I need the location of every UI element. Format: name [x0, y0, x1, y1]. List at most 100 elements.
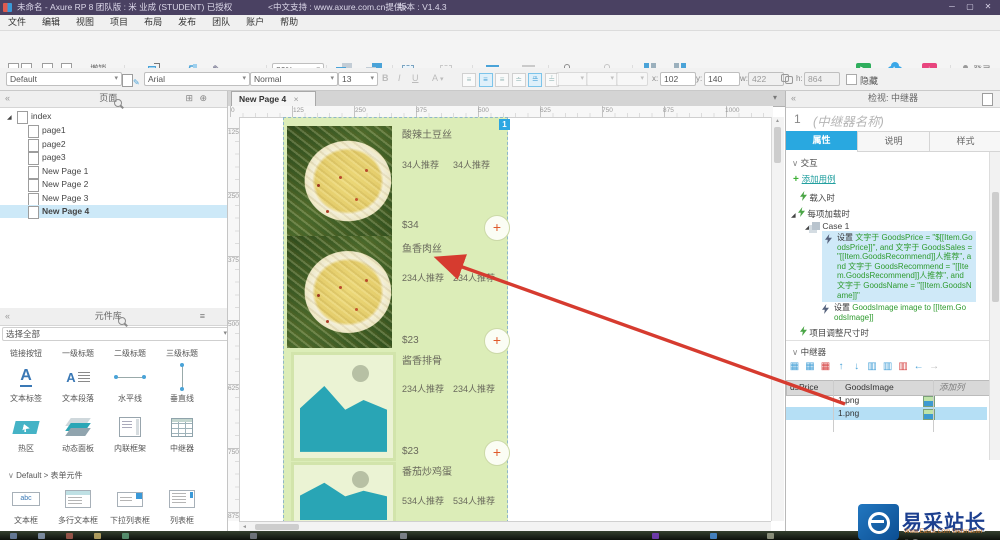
goods-image-potato-2[interactable] — [287, 236, 392, 348]
scroll-left-arrow-icon[interactable]: ◄ — [242, 524, 247, 530]
move-row-up-icon[interactable]: ↑ — [836, 361, 847, 372]
w-input[interactable]: 422 — [748, 72, 784, 86]
goods-sales-text[interactable]: 34人推荐 — [402, 158, 439, 171]
tree-item-index[interactable]: ◢ index — [0, 110, 227, 124]
close-tab-icon[interactable]: × — [294, 94, 299, 104]
widget-repeater[interactable]: 中继器 — [156, 412, 208, 454]
menu-project[interactable]: 项目 — [102, 15, 136, 29]
tab-list-chevron-icon[interactable]: ▾ — [773, 93, 777, 102]
grid-cell-image-name[interactable]: 1.png — [838, 407, 859, 420]
goods-recommend-text[interactable]: 34人推荐 — [453, 158, 490, 171]
widget-hotspot[interactable]: 热区 — [0, 412, 52, 454]
goods-name-text[interactable]: 番茄炒鸡蛋 — [402, 463, 452, 478]
widget-text-area[interactable]: 多行文本框 — [52, 484, 104, 526]
goods-recommend-text[interactable]: 234人推荐 — [453, 382, 495, 395]
line-style-select[interactable]: ▾ — [616, 72, 648, 86]
hamburger-menu-icon[interactable]: ≡ — [200, 308, 205, 325]
scrollbar-thumb[interactable] — [774, 127, 781, 163]
menu-edit[interactable]: 编辑 — [34, 15, 68, 29]
windows-taskbar[interactable] — [0, 531, 1000, 540]
menu-file[interactable]: 文件 — [0, 15, 34, 29]
grid-cell-image-name[interactable]: 1.png — [838, 394, 859, 407]
x-input[interactable]: 102 — [660, 72, 696, 86]
repeater-section-header[interactable]: ∨ 中继器 — [792, 346, 826, 358]
goods-name-text[interactable]: 酱香排骨 — [402, 352, 442, 367]
add-page-icon[interactable]: ⊞ — [185, 90, 193, 107]
delete-row-icon[interactable]: ▦ — [820, 361, 831, 372]
add-to-cart-button[interactable]: + — [484, 328, 510, 354]
tree-item-new-page-2[interactable]: New Page 2 — [0, 178, 227, 192]
align-top-icon[interactable]: ≐ — [511, 73, 526, 87]
font-select[interactable]: Arial ▾ — [144, 72, 250, 86]
widget-text-field[interactable]: abc 文本框 — [0, 484, 52, 526]
widget-listbox[interactable]: 列表框 — [156, 484, 208, 526]
align-middle-icon[interactable]: ≞ — [528, 73, 543, 87]
hide-checkbox[interactable] — [846, 74, 857, 85]
widget-text-label[interactable]: A 文本标签 — [0, 362, 52, 404]
tree-item-new-page-1[interactable]: New Page 1 — [0, 165, 227, 179]
inspector-scrollbar[interactable] — [989, 152, 1000, 460]
expand-arrow-icon[interactable]: ◢ — [791, 213, 796, 219]
notes-page-icon[interactable] — [982, 93, 993, 106]
tree-item-new-page-3[interactable]: New Page 3 — [0, 192, 227, 206]
widget-h1[interactable]: 一级标题 — [52, 347, 104, 359]
goods-name-text[interactable]: 鱼香肉丝 — [402, 240, 442, 255]
move-row-down-icon[interactable]: ↓ — [851, 361, 862, 372]
widget-horizontal-line[interactable]: 水平线 — [104, 362, 156, 404]
goods-image-potato-1[interactable] — [287, 126, 392, 236]
goods-sales-text[interactable]: 534人推荐 — [402, 494, 444, 507]
scrollbar-thumb[interactable] — [992, 192, 999, 302]
event-onresize[interactable]: 项目调整尺寸时 — [800, 326, 869, 339]
vertical-scrollbar[interactable]: ▲ — [771, 117, 784, 521]
maximize-icon[interactable]: ▢ — [962, 0, 978, 15]
taskbar-app-icons[interactable] — [10, 533, 17, 539]
goods-recommend-text[interactable]: 534人推荐 — [453, 494, 495, 507]
tree-item-new-page-4-selected[interactable]: New Page 4 — [0, 205, 227, 219]
event-onitemload[interactable]: ◢ 每项加载时 — [791, 207, 850, 220]
menu-team[interactable]: 团队 — [204, 15, 238, 29]
tree-item-page3[interactable]: page3 — [0, 151, 227, 165]
move-column-right-icon[interactable]: → — [929, 361, 940, 372]
goods-price-text[interactable]: $23 — [402, 446, 419, 457]
minimize-icon[interactable]: ─ — [944, 0, 960, 15]
scrollbar-thumb[interactable] — [255, 524, 299, 530]
collapse-panel-icon[interactable]: « — [5, 90, 10, 107]
link-wh-icon[interactable] — [781, 74, 793, 84]
case-1-node[interactable]: ◢ Case 1 — [805, 221, 849, 231]
goods-image-placeholder-2[interactable] — [291, 462, 396, 527]
grid-row-selected[interactable]: 1.png — [786, 407, 987, 420]
event-onload[interactable]: 载入时 — [800, 191, 835, 204]
widget-inline-frame[interactable]: 内联框架 — [104, 412, 156, 454]
add-case-link[interactable]: + 添加用例 — [793, 173, 836, 185]
search-widgets-icon[interactable] — [118, 317, 127, 325]
goods-price-text[interactable]: $34 — [402, 220, 419, 231]
widget-link-button[interactable]: 链接按钮 — [0, 347, 52, 359]
line-color-select[interactable]: ▾ — [586, 72, 618, 86]
widget-name-input[interactable]: (中继器名称) — [813, 111, 884, 130]
tab-new-page-4[interactable]: New Page 4 × — [231, 91, 316, 107]
widget-paragraph[interactable]: A 文本段落 — [52, 362, 104, 404]
fill-color-select[interactable]: ▾ — [556, 72, 588, 86]
tree-item-page2[interactable]: page2 — [0, 138, 227, 152]
widget-vertical-line[interactable]: 垂直线 — [156, 362, 208, 404]
menu-help[interactable]: 帮助 — [272, 15, 306, 29]
search-pages-icon[interactable] — [113, 99, 122, 107]
y-input[interactable]: 140 — [704, 72, 740, 86]
align-left-text-icon[interactable]: ≡ — [462, 73, 476, 87]
move-column-left-icon[interactable]: ← — [913, 361, 924, 372]
interactions-section-header[interactable]: ∨ 交互 — [792, 157, 818, 169]
add-to-cart-button[interactable]: + — [484, 440, 510, 466]
goods-sales-text[interactable]: 234人推荐 — [402, 382, 444, 395]
font-size-select[interactable]: 13 ▾ — [338, 72, 378, 86]
add-column-right-icon[interactable]: ▥ — [882, 361, 893, 372]
menu-account[interactable]: 账户 — [238, 15, 272, 29]
collapse-panel-icon[interactable]: « — [5, 308, 10, 325]
tab-notes[interactable]: 说明 — [857, 131, 930, 152]
tab-style[interactable]: 样式 — [929, 131, 1000, 152]
menu-layout[interactable]: 布局 — [136, 15, 170, 29]
grid-row[interactable]: 1.png — [786, 394, 987, 408]
align-center-text-icon[interactable]: ≡ — [478, 73, 493, 87]
add-row-below-icon[interactable]: ▦ — [805, 361, 816, 372]
widget-dynamic-panel[interactable]: 动态面板 — [52, 412, 104, 454]
goods-name-text[interactable]: 酸辣土豆丝 — [402, 126, 452, 141]
